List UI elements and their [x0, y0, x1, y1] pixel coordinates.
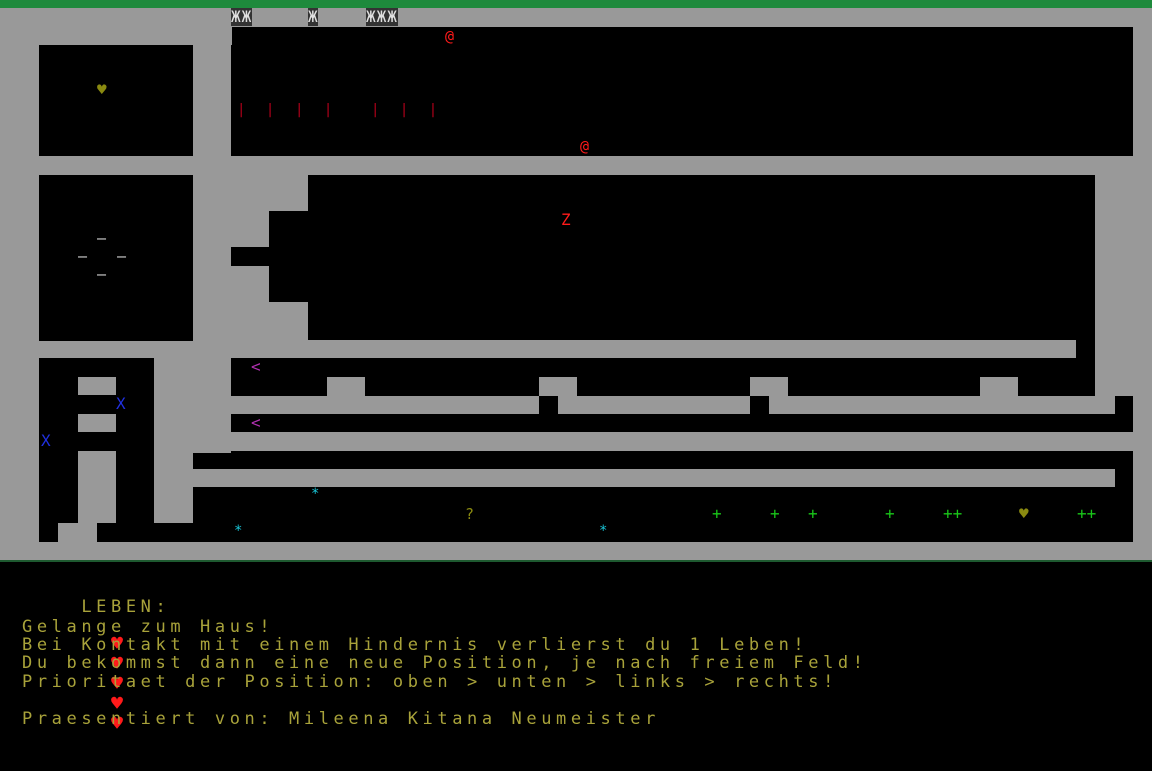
plus-2: + [770, 504, 780, 523]
question-mark: ? [465, 505, 475, 523]
plus-3: + [808, 504, 818, 523]
wall-horizontal-d2 [558, 396, 750, 414]
instruction-line-2: Bei Kontakt mit einem Hindernis verliers… [22, 635, 809, 655]
wall-horizontal-d [231, 396, 539, 414]
wall-horizontal-b [231, 156, 1115, 175]
instruction-line-1: Gelange zum Haus! [22, 617, 275, 637]
dash-1: — [97, 229, 107, 247]
star-1: * [311, 486, 320, 502]
game-field: ЖЖ Ж ЖЖЖ @ @ | | | | | | | ♥ — — — — Z <… [0, 8, 1152, 560]
x-mark-1: X [116, 394, 126, 413]
top-block-1: ЖЖ [231, 7, 253, 26]
star-2: * [234, 523, 243, 539]
wall-bump1 [327, 377, 365, 396]
top-block-2: Ж [308, 7, 318, 26]
wall-small-2 [78, 414, 116, 432]
wall-bump3 [750, 377, 788, 396]
wall-mid-block [231, 175, 308, 211]
arrow-left-1: < [251, 357, 261, 376]
credit-line: Praesentiert von: Mileena Kitana Neumeis… [22, 709, 660, 729]
wall-small-3 [78, 451, 116, 523]
player-at-2: @ [580, 137, 590, 155]
wall-top [0, 8, 1152, 27]
wall-left-lower [154, 358, 193, 523]
plus-5: ++ [943, 504, 963, 523]
wall-right-inner [1095, 156, 1133, 396]
wall-right [1133, 8, 1152, 560]
player-at-1: @ [445, 27, 455, 45]
wall-horizontal-e [193, 432, 1133, 451]
enemy-z: Z [561, 210, 571, 229]
bars-2: | | [295, 102, 339, 118]
plus-1: + [712, 504, 722, 523]
plus-4: + [885, 504, 895, 523]
star-3: * [599, 523, 608, 539]
wall-small-1 [78, 377, 116, 395]
wall-mid-block3 [231, 266, 269, 302]
wall-horizontal-a [39, 156, 232, 175]
bars-1: | | [237, 102, 281, 118]
wall-small-4 [58, 523, 97, 542]
wall-mid-block4 [231, 302, 308, 340]
wall-top-gap [39, 27, 232, 45]
wall-bump4 [980, 377, 1018, 396]
wall-left [0, 8, 39, 560]
heart-pickup-1: ♥ [97, 80, 107, 99]
dash-4: — [97, 265, 107, 283]
wall-horizontal-c [231, 340, 1076, 358]
wall-bottom [0, 542, 1152, 560]
instruction-line-3: Du bekommst dann eine neue Position, je … [22, 653, 868, 673]
wall-horizontal-d3 [769, 396, 1115, 414]
arrow-left-2: < [251, 413, 261, 432]
plus-6: ++ [1077, 504, 1097, 523]
dash-2: — [78, 247, 88, 265]
wall-vertical-a [193, 45, 231, 453]
top-block-3: ЖЖЖ [366, 7, 398, 26]
x-mark-2: X [41, 431, 51, 450]
hud-panel: LEBEN: ♥ ♥ ♥ ♥ ♥ Gelange zum Haus! Bei K… [0, 560, 1152, 744]
bars-3: | | | [371, 102, 444, 118]
wall-bump2 [539, 377, 577, 396]
window-titlebar [0, 0, 1152, 8]
wall-mid-block2 [231, 211, 269, 247]
heart-pickup-2: ♥ [1019, 504, 1029, 523]
instruction-line-4: Prioritaet der Position: oben > unten > … [22, 672, 838, 692]
lives-label: LEBEN: [81, 597, 171, 617]
dash-3: — [117, 247, 127, 265]
wall-left-mid [39, 341, 232, 358]
wall-horizontal-f [193, 469, 1115, 487]
